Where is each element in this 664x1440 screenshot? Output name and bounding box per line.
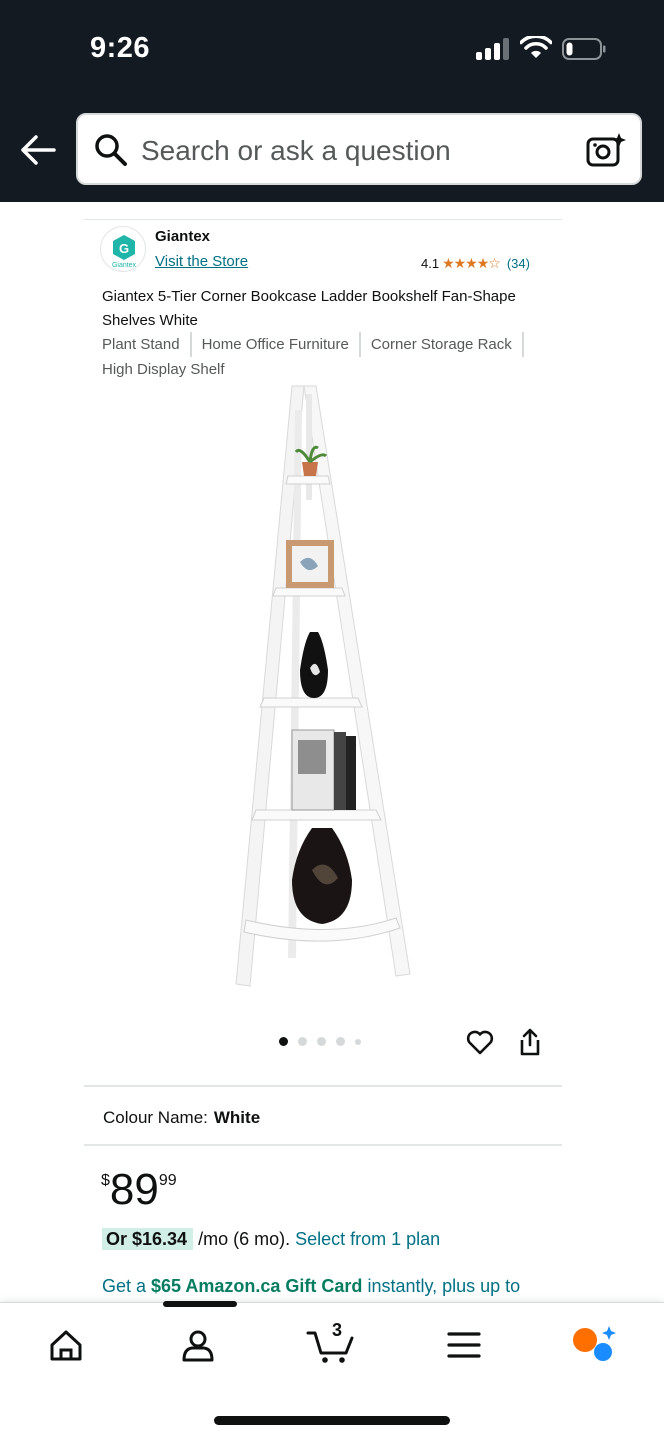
wishlist-heart-icon[interactable] <box>466 1028 494 1056</box>
brand-name: Giantex <box>155 228 211 245</box>
cellular-signal-icon <box>476 38 510 60</box>
account-icon[interactable] <box>178 1325 218 1365</box>
tag-item: High Display Shelf <box>102 361 225 378</box>
tag-item: Plant Stand <box>102 332 192 357</box>
menu-icon[interactable] <box>444 1325 484 1365</box>
tag-item: Corner Storage Rack <box>371 332 524 357</box>
carousel-dot[interactable] <box>298 1037 307 1046</box>
product-image[interactable] <box>200 380 460 990</box>
scrolled-content-edge <box>84 202 562 220</box>
store-logo[interactable]: G Giantex <box>100 226 146 272</box>
gift-card-offer[interactable]: Get a $65 Amazon.ca Gift Card instantly,… <box>102 1276 520 1297</box>
cart-count-badge: 3 <box>332 1320 343 1340</box>
colour-selector[interactable]: Colour Name: White <box>103 1108 260 1128</box>
gift-prefix: Get a <box>102 1276 152 1296</box>
gift-suffix: instantly, plus up to <box>362 1276 521 1296</box>
cart-icon[interactable] <box>306 1325 356 1365</box>
home-icon[interactable] <box>46 1325 86 1365</box>
share-icon[interactable] <box>518 1028 542 1056</box>
active-tab-indicator <box>163 1301 237 1307</box>
status-time: 9:26 <box>90 32 151 64</box>
wifi-icon <box>520 36 552 58</box>
battery-icon <box>562 38 606 60</box>
home-indicator[interactable] <box>214 1416 450 1425</box>
image-carousel-indicator[interactable] <box>279 1037 361 1046</box>
rufus-assistant-icon[interactable] <box>570 1325 618 1365</box>
product-tags: Plant Stand Home Office Furniture Corner S… <box>102 332 562 382</box>
select-plan-link[interactable]: Select from 1 plan <box>295 1229 440 1249</box>
svg-text:G: G <box>119 241 129 256</box>
divider <box>84 1085 562 1087</box>
search-bar[interactable]: Search or ask a question <box>76 113 642 185</box>
financing-offer: Or $16.34 /mo (6 mo). Select from 1 plan <box>102 1228 440 1250</box>
rating-value: 4.1 <box>421 256 440 271</box>
divider <box>84 1144 562 1146</box>
gift-highlight: $65 Amazon.ca Gift Card <box>151 1276 363 1296</box>
carousel-dot[interactable] <box>317 1037 326 1046</box>
back-arrow-icon[interactable] <box>18 132 58 168</box>
carousel-dot[interactable] <box>355 1038 361 1045</box>
financing-prefix: Or <box>106 1229 133 1249</box>
search-icon <box>95 134 127 166</box>
giantex-logo-icon: G Giantex <box>112 235 137 269</box>
financing-suffix: /mo (6 mo). <box>193 1229 296 1249</box>
price-fraction: 99 <box>158 1172 177 1189</box>
colour-value: White <box>213 1108 261 1127</box>
carousel-dot[interactable] <box>279 1037 288 1046</box>
app-header: 9:26 Search or ask a question <box>0 0 664 202</box>
price-whole: 89 <box>109 1165 159 1214</box>
colour-label: Colour Name: <box>103 1108 208 1127</box>
svg-text:Giantex: Giantex <box>112 262 137 269</box>
rating-stars-icon: ★★★★☆ <box>442 255 501 271</box>
price-symbol: $ <box>101 1172 110 1189</box>
review-count[interactable]: (34) <box>507 256 530 271</box>
tag-item: Home Office Furniture <box>202 332 361 357</box>
search-input[interactable]: Search or ask a question <box>141 135 451 167</box>
camera-search-icon[interactable] <box>586 131 626 169</box>
financing-highlight: Or $16.34 <box>102 1228 194 1250</box>
product-rating[interactable]: 4.1 ★★★★☆ (34) <box>421 255 530 272</box>
carousel-dot[interactable] <box>336 1037 345 1046</box>
financing-amount: $16.34 <box>132 1229 188 1249</box>
product-price: $ 89 99 <box>101 1166 177 1214</box>
product-title: Giantex 5-Tier Corner Bookcase Ladder Bo… <box>102 288 516 329</box>
visit-store-link[interactable]: Visit the Store <box>155 253 248 270</box>
